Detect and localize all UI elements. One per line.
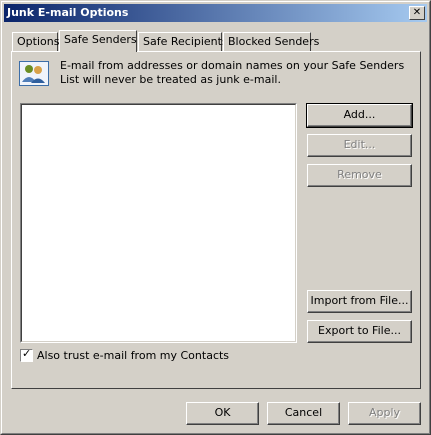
window-title: Junk E-mail Options bbox=[7, 6, 129, 19]
ok-button[interactable]: OK bbox=[186, 402, 259, 425]
trust-contacts-checkbox[interactable]: ✓ bbox=[20, 347, 33, 362]
title-bar[interactable]: Junk E-mail Options ✕ bbox=[4, 4, 427, 22]
add-button[interactable]: Add... bbox=[306, 103, 413, 128]
tab-safe-recipients[interactable]: Safe Recipients bbox=[138, 32, 228, 52]
info-description: E-mail from addresses or domain names on… bbox=[60, 59, 405, 86]
close-button[interactable]: ✕ bbox=[409, 6, 425, 20]
import-from-file-button[interactable]: Import from File... bbox=[307, 290, 412, 313]
export-to-file-button[interactable]: Export to File... bbox=[307, 320, 412, 343]
tab-options[interactable]: Options bbox=[12, 32, 59, 52]
apply-button[interactable]: Apply bbox=[348, 402, 421, 425]
junk-email-options-dialog: Junk E-mail Options ✕ Options Safe Sende… bbox=[0, 0, 431, 435]
close-icon: ✕ bbox=[412, 7, 422, 18]
safe-senders-people-icon bbox=[19, 61, 49, 86]
remove-button[interactable]: Remove bbox=[307, 164, 412, 187]
cancel-button[interactable]: Cancel bbox=[267, 402, 340, 425]
checkmark-icon: ✓ bbox=[22, 347, 32, 360]
trust-contacts-label[interactable]: Also trust e-mail from my Contacts bbox=[37, 349, 229, 362]
tab-blocked-senders[interactable]: Blocked Senders bbox=[223, 32, 319, 52]
tab-safe-senders[interactable]: Safe Senders bbox=[59, 30, 137, 52]
edit-button[interactable]: Edit... bbox=[307, 134, 412, 157]
safe-senders-list[interactable] bbox=[20, 103, 297, 343]
